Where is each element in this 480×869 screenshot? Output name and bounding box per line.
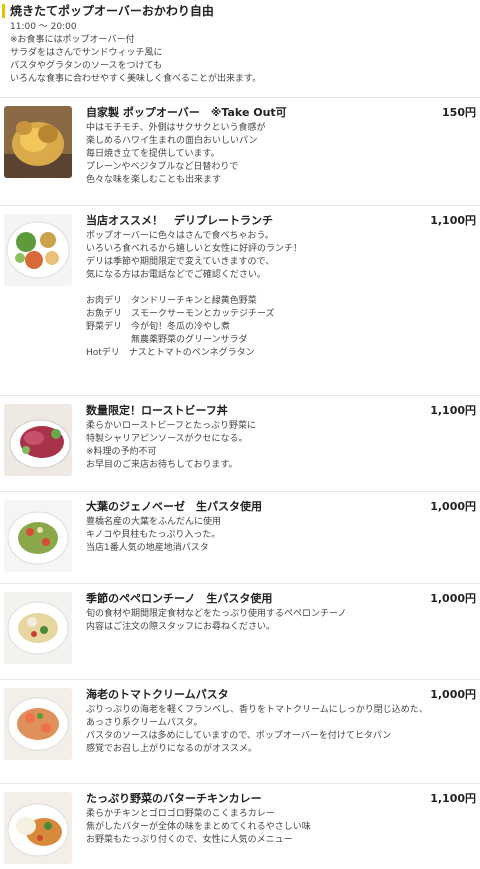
item-name: 季節のペペロンチーノ 生パスタ使用 [86, 592, 273, 605]
desc-line: 豊橋名産の大葉をふんだんに使用 [86, 517, 222, 527]
popover-photo [4, 106, 72, 178]
menu-page: 焼きたてポップオーバーおかわり自由 11:00 〜 20:00 ※お食事にはポッ… [0, 0, 480, 869]
desc-line: Hotデリ ナスとトマトのペンネグラタン [86, 348, 255, 358]
desc-line: お肉デリ タンドリーチキンと緑黄色野菜 [86, 296, 257, 306]
item-description: 旬の食材や期間限定食材などをたっぷり使用するペペロンチーノ 内容はご注文の際スタ… [86, 608, 476, 634]
item-name: 大葉のジェノベーゼ 生パスタ使用 [86, 500, 262, 513]
item-price: 1,000円 [430, 688, 476, 701]
desc-line: 中はモチモチ、外側はサクサクという食感が [86, 123, 266, 133]
item-price: 1,100円 [430, 214, 476, 227]
item-name: 海老のトマトクリームパスタ [86, 688, 229, 701]
desc-line: お早目のご来店お待ちしております。 [86, 460, 238, 470]
menu-item-popover: 自家製 ポップオーバー ※Take Out可 150円 中はモチモチ、外側はサク… [0, 98, 480, 206]
desc-line: 当店1番人気の地産地消パスタ [86, 543, 209, 553]
desc-line: 楽しめるハワイ生まれの面白おいしいパン [86, 136, 258, 146]
desc-line: あっさり系クリームパスタ。 [86, 718, 203, 728]
desc-line: 内容はご注文の際スタッフにお尋ねください。 [86, 622, 276, 632]
desc-line: 気になる方はお電話などでご確認ください。 [86, 270, 266, 280]
desc-line: 焦がしたバターが全体の味をまとめてくれるやさしい味 [86, 822, 311, 832]
desc-line: 柔らかチキンとゴロゴロ野菜のこくまろカレー [86, 809, 275, 819]
desc-line: キノコや貝柱もたっぷり入った。 [86, 530, 221, 540]
item-description: 中はモチモチ、外側はサクサクという食感が 楽しめるハワイ生まれの面白おいしいパン… [86, 122, 476, 187]
desc-line: お魚デリ スモークサーモンとカッテジチーズ [86, 309, 275, 319]
desc-line: 感覚でお召し上がりになるのがオススメ。 [86, 744, 258, 754]
item-price: 1,000円 [430, 592, 476, 605]
desc-line [86, 282, 476, 295]
desc-line: いろいろ食べれるから嬉しいと女性に好評のランチ！ [86, 244, 303, 254]
menu-item-genovese: 大葉のジェノベーゼ 生パスタ使用 1,000円 豊橋名産の大葉をふんだんに使用 … [0, 492, 480, 584]
desc-line: ポップオーバーに色々はさんで食べちゃおう。 [86, 231, 274, 241]
desc-line: プレーンやベジタブルなど日替わりで [86, 162, 239, 172]
item-price: 150円 [442, 106, 476, 119]
desc-line: デリは季節や期間限定で変えていきますので、 [86, 257, 275, 267]
deli-plate-photo [4, 214, 72, 286]
menu-item-peperoncino: 季節のペペロンチーノ 生パスタ使用 1,000円 旬の食材や期間限定食材などをた… [0, 584, 480, 680]
header-line: いろんな食事に合わせやすく美味しく食べることが出来ます。 [10, 74, 262, 84]
header-description: ※お食事にはポップオーバー付 サラダをはさんでサンドウィッチ風に パスタやグラタ… [10, 34, 474, 86]
menu-item-roast-beef: 数量限定！ローストビーフ丼 1,100円 柔らかいローストビーフとたっぷり野菜に… [0, 396, 480, 492]
item-name: 自家製 ポップオーバー ※Take Out可 [86, 106, 287, 119]
desc-line: 旬の食材や期間限定食材などをたっぷり使用するペペロンチーノ [86, 609, 347, 619]
menu-item-butter-chicken: たっぷり野菜のバターチキンカレー 1,100円 柔らかチキンとゴロゴロ野菜のこく… [0, 784, 480, 869]
header-line: パスタやグラタンのソースをつけても [10, 61, 163, 71]
item-description: 柔らかいローストビーフとたっぷり野菜に 特製シャリアピンソースがクセになる。 ※… [86, 420, 476, 472]
item-description: ポップオーバーに色々はさんで食べちゃおう。 いろいろ食べれるから嬉しいと女性に好… [86, 230, 476, 360]
peperoncino-photo [4, 592, 72, 664]
opening-hours: 11:00 〜 20:00 [10, 22, 77, 32]
desc-line: 野菜デリ 今が旬！冬瓜の冷やし煮 [86, 322, 231, 332]
desc-line: 柔らかいローストビーフとたっぷり野菜に [86, 421, 257, 431]
desc-line: お野菜もたっぷり付くので、女性に人気のメニュー [86, 835, 293, 845]
shrimp-pasta-photo [4, 688, 72, 760]
item-name: たっぷり野菜のバターチキンカレー [86, 792, 262, 805]
desc-line: 色々な味を楽しむことも出来ます [86, 175, 222, 185]
item-price: 1,100円 [430, 792, 476, 805]
desc-line: パスタのソースは多めにしていますので、ポップオーバーを付けてヒタパン [86, 731, 392, 741]
item-description: ぷりっぷりの海老を軽くフランベし、香りをトマトクリームにしっかり閉じ込めた、 あ… [86, 704, 476, 756]
butter-chicken-photo [4, 792, 72, 864]
header-title: 焼きたてポップオーバーおかわり自由 [10, 4, 214, 18]
menu-header: 焼きたてポップオーバーおかわり自由 11:00 〜 20:00 ※お食事にはポッ… [0, 0, 480, 98]
header-line: ※お食事にはポップオーバー付 [10, 35, 135, 45]
item-price: 1,100円 [430, 404, 476, 417]
menu-item-shrimp-pasta: 海老のトマトクリームパスタ 1,000円 ぷりっぷりの海老を軽くフランベし、香り… [0, 680, 480, 784]
menu-item-deli-plate: 当店オススメ！ デリプレートランチ 1,100円 ポップオーバーに色々はさんで食… [0, 206, 480, 396]
desc-line: 特製シャリアピンソースがクセになる。 [86, 434, 248, 444]
item-price: 1,000円 [430, 500, 476, 513]
item-description: 柔らかチキンとゴロゴロ野菜のこくまろカレー 焦がしたバターが全体の味をまとめてく… [86, 808, 476, 847]
header-line: サラダをはさんでサンドウィッチ風に [10, 48, 163, 58]
desc-line: 毎日焼き立てを提供しています。 [86, 149, 220, 159]
item-name: 当店オススメ！ デリプレートランチ [86, 214, 273, 227]
item-description: 豊橋名産の大葉をふんだんに使用 キノコや貝柱もたっぷり入った。 当店1番人気の地… [86, 516, 476, 555]
desc-line: ぷりっぷりの海老を軽くフランベし、香りをトマトクリームにしっかり閉じ込めた、 [86, 705, 428, 715]
item-name: 数量限定！ローストビーフ丼 [86, 404, 228, 417]
roast-beef-photo [4, 404, 72, 476]
desc-line: 無農薬野菜のグリーンサラダ [86, 335, 248, 345]
genovese-photo [4, 500, 72, 572]
desc-line: ※料理の予約不可 [86, 447, 157, 457]
